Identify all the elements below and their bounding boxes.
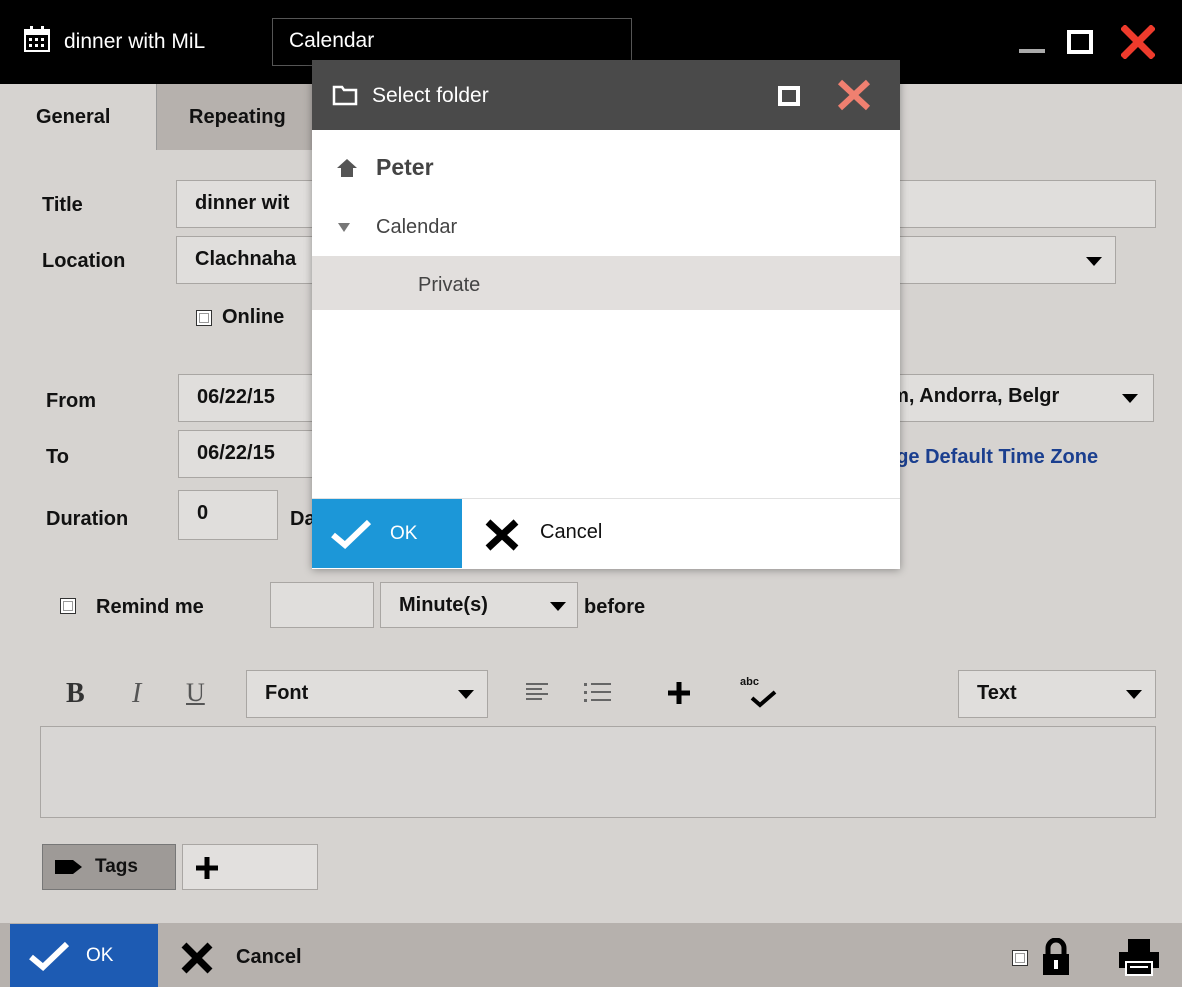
bottom-action-bar: [0, 923, 1182, 987]
underline-button[interactable]: U: [186, 678, 205, 708]
dialog-title: Select folder: [372, 84, 489, 107]
add-tag-icon: [196, 857, 218, 879]
remind-amount-input[interactable]: [270, 582, 374, 628]
dialog-ok-button[interactable]: OK: [312, 499, 462, 568]
change-timezone-link[interactable]: nge Default Time Zone: [884, 446, 1098, 469]
remind-label: Remind me: [96, 596, 204, 618]
dialog-cancel-button[interactable]: Cancel: [540, 521, 602, 544]
location-dropdown-icon[interactable]: [1086, 257, 1102, 266]
remind-checkbox[interactable]: [60, 598, 76, 614]
duration-label: Duration: [46, 508, 129, 530]
select-folder-dialog: Select folder Peter Calendar Private OK …: [312, 60, 900, 569]
tags-label: Tags: [95, 856, 138, 877]
online-checkbox[interactable]: [196, 310, 212, 326]
lock-icon: [1043, 938, 1069, 975]
tab-repeating[interactable]: Repeating: [156, 84, 326, 150]
dialog-cancel-x-icon[interactable]: [484, 519, 520, 551]
to-label: To: [46, 446, 69, 468]
private-checkbox[interactable]: [1012, 950, 1028, 966]
before-label: before: [584, 596, 646, 618]
minimize-icon: [1019, 49, 1045, 53]
location-label: Location: [42, 250, 126, 272]
from-label: From: [46, 390, 96, 412]
ok-button[interactable]: OK: [10, 924, 158, 987]
cancel-x-icon[interactable]: [180, 942, 214, 974]
maximize-button[interactable]: [1060, 22, 1100, 62]
align-left-icon[interactable]: [526, 682, 550, 704]
spellcheck-icon[interactable]: [748, 690, 778, 708]
dialog-checkmark-icon: [331, 519, 372, 549]
bold-button[interactable]: B: [66, 678, 85, 710]
font-select[interactable]: Font: [246, 670, 488, 718]
description-editor[interactable]: [40, 726, 1156, 818]
timezone-dropdown-icon[interactable]: [1122, 394, 1138, 403]
tags-button[interactable]: Tags: [42, 844, 176, 890]
to-date-input[interactable]: 06/22/15: [178, 430, 318, 478]
maximize-icon: [1067, 30, 1093, 54]
cancel-button[interactable]: Cancel: [236, 946, 302, 969]
folder-calendar[interactable]: Calendar: [376, 216, 457, 239]
timezone-select[interactable]: am, Andorra, Belgr: [880, 385, 1059, 408]
tag-icon: [55, 860, 82, 874]
format-dropdown-icon[interactable]: [1126, 690, 1142, 699]
duration-input[interactable]: 0: [178, 490, 278, 540]
ok-label: OK: [86, 944, 114, 966]
folder-root-peter[interactable]: Peter: [376, 154, 434, 181]
list-icon[interactable]: [584, 682, 612, 704]
dialog-ok-label: OK: [390, 522, 418, 544]
folder-icon: [332, 85, 358, 106]
italic-button[interactable]: I: [132, 678, 141, 710]
add-tag-button[interactable]: [182, 844, 318, 890]
home-icon: [337, 159, 357, 177]
folder-private[interactable]: Private: [418, 274, 480, 297]
dialog-close-icon[interactable]: [836, 78, 872, 112]
close-button[interactable]: [1118, 22, 1158, 62]
dialog-maximize-icon[interactable]: [778, 86, 800, 106]
insert-plus-icon[interactable]: [666, 680, 692, 706]
calendar-icon: [24, 26, 50, 52]
remind-unit-select[interactable]: Minute(s): [380, 582, 578, 628]
title-label: Title: [42, 194, 83, 216]
spellcheck-label: abc: [740, 676, 759, 688]
window-title: dinner with MiL: [64, 30, 206, 53]
expand-arrow-icon[interactable]: [338, 223, 350, 232]
minimize-button[interactable]: [1012, 22, 1052, 62]
close-icon: [1121, 25, 1155, 59]
calendar-select-field[interactable]: Calendar: [272, 18, 632, 66]
checkmark-icon: [29, 941, 70, 971]
folder-private-row[interactable]: [312, 256, 900, 310]
print-icon[interactable]: [1118, 938, 1160, 976]
tab-general[interactable]: General: [0, 84, 156, 150]
remind-unit-dropdown-icon[interactable]: [550, 602, 566, 611]
online-label: Online: [222, 306, 285, 328]
font-dropdown-icon[interactable]: [458, 690, 474, 699]
